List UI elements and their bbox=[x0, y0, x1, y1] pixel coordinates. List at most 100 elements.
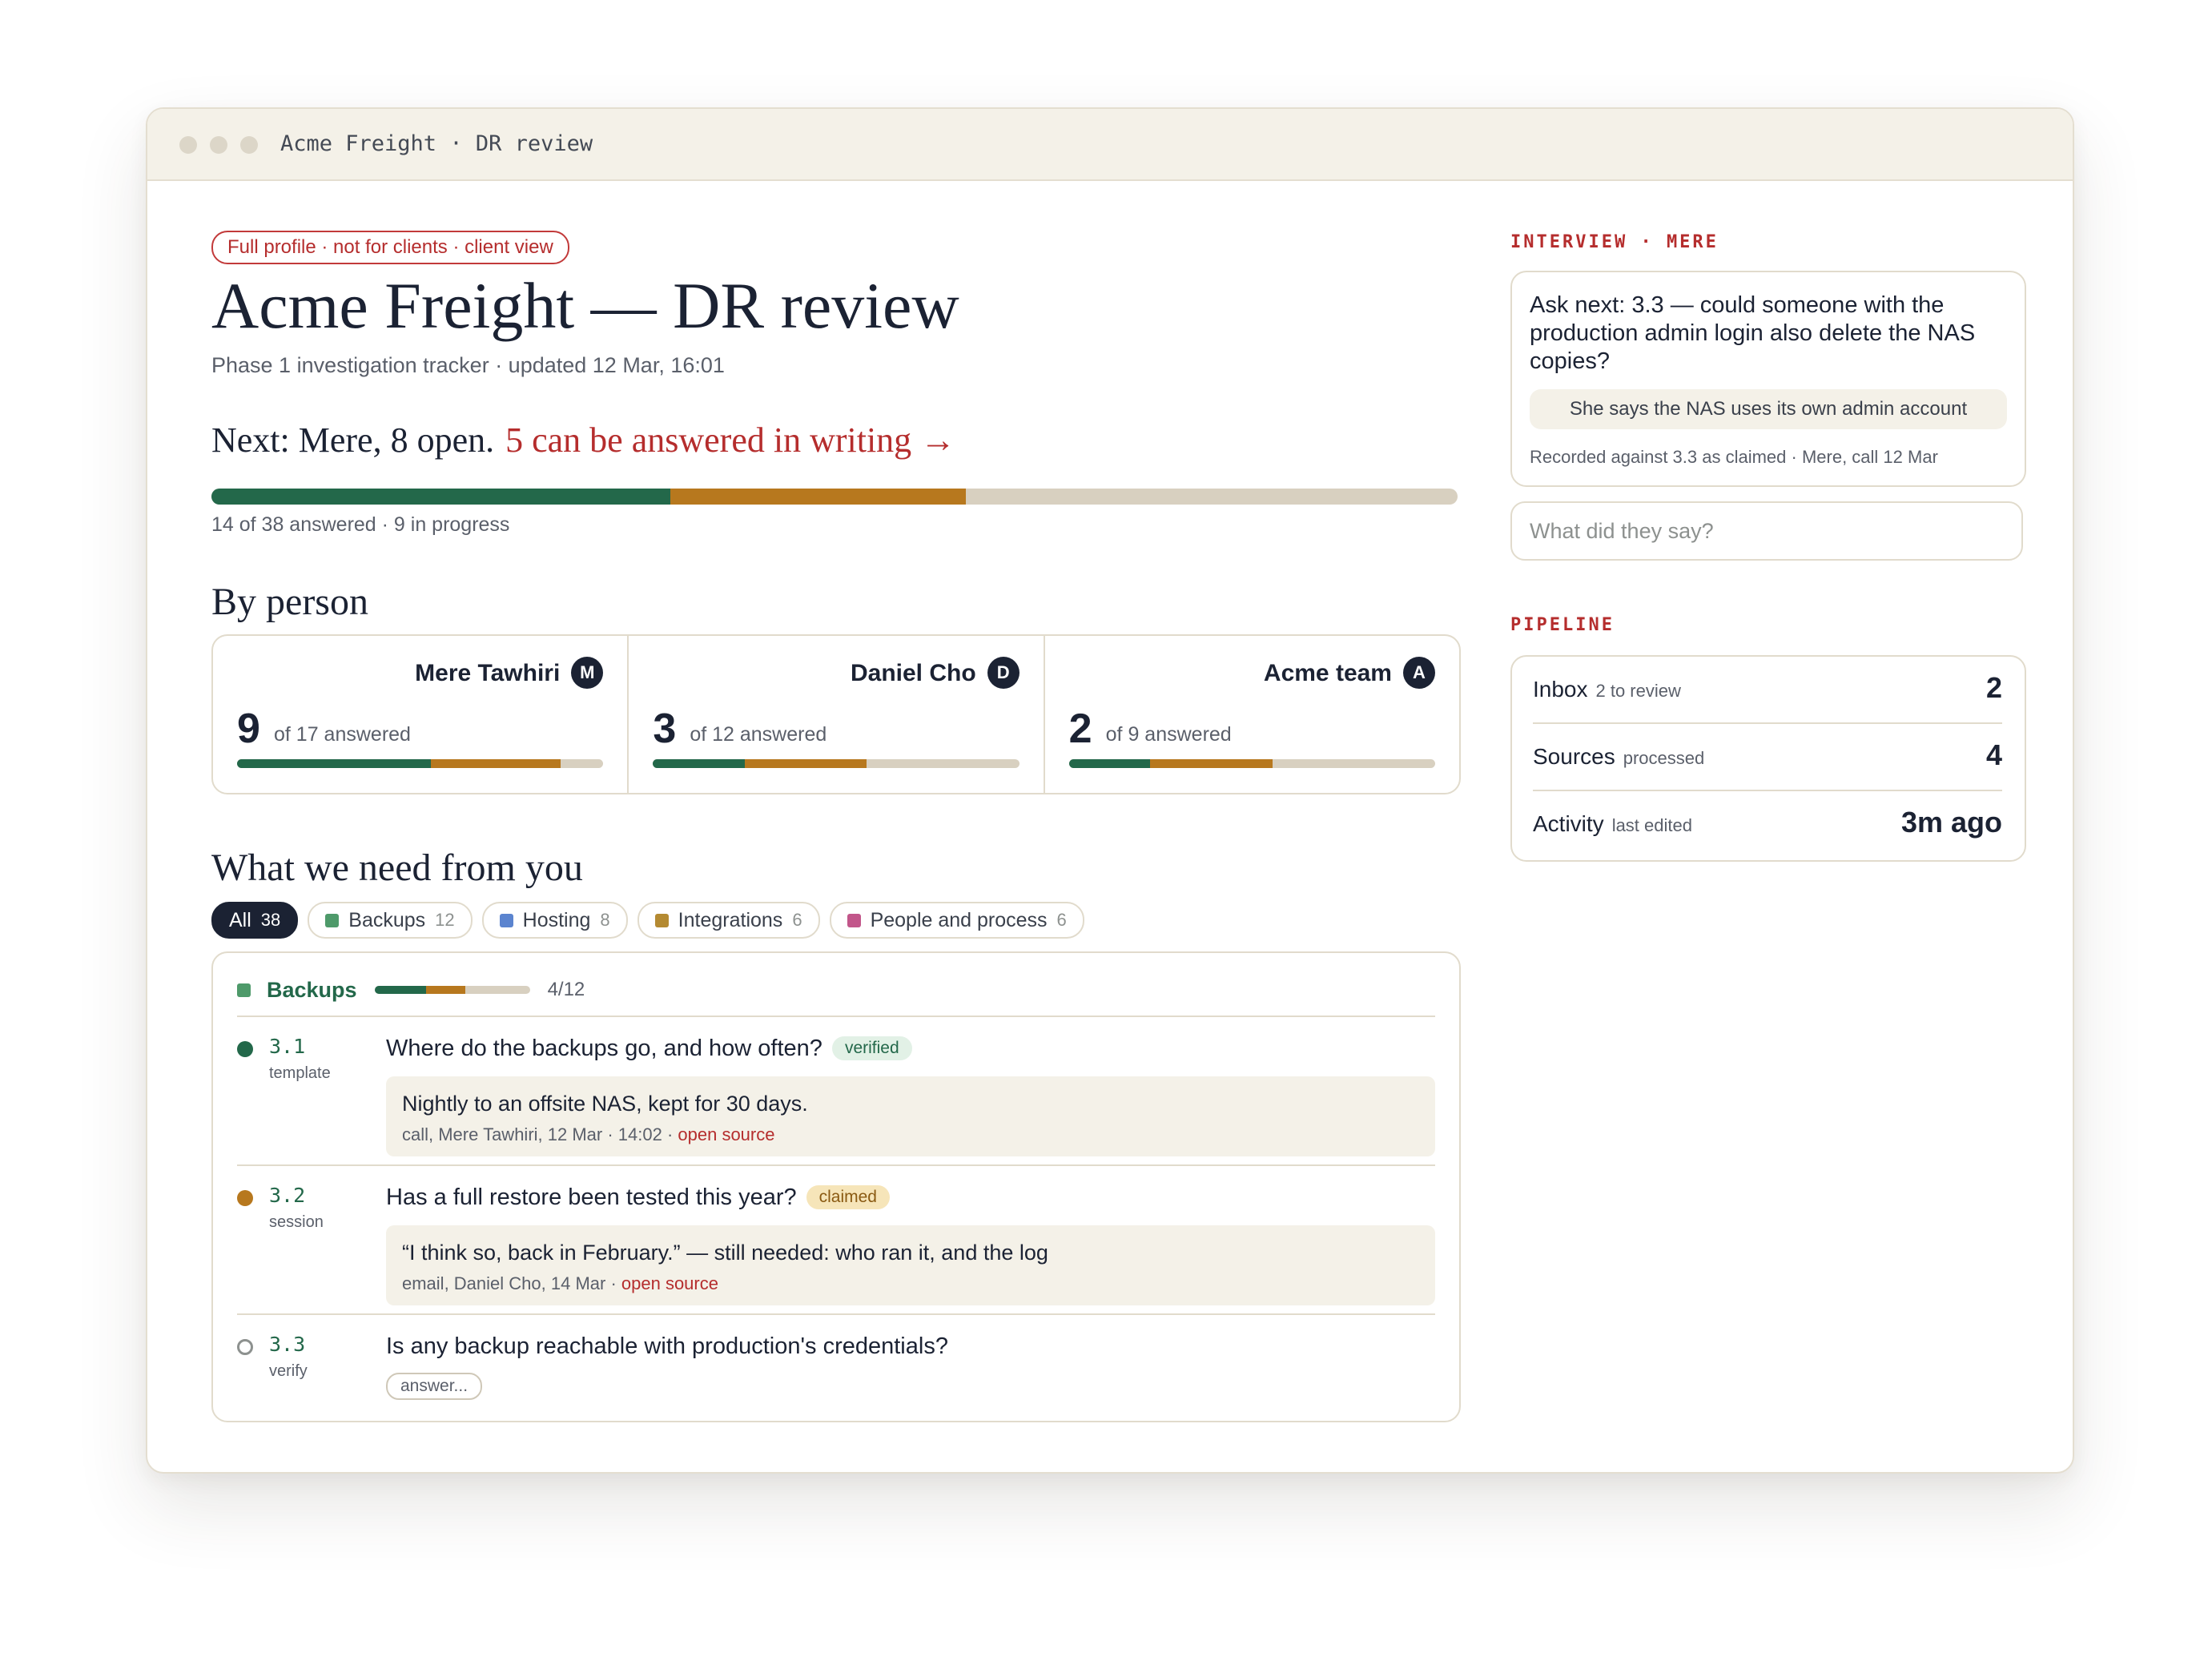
suggested-answer-chip[interactable]: She says the NAS uses its own admin acco… bbox=[1530, 389, 2007, 429]
window-close-dot[interactable] bbox=[179, 136, 197, 154]
answer-source-meta: call, Mere Tawhiri, 12 Mar · 14:02 · bbox=[402, 1124, 678, 1144]
question-list: Backups 4/12 3.1 template Where do the b… bbox=[211, 951, 1461, 1422]
divider bbox=[237, 1016, 1435, 1017]
filter-label: Backups bbox=[348, 908, 426, 931]
person-card[interactable]: Daniel Cho D 3 of 12 answered bbox=[629, 636, 1045, 793]
person-card[interactable]: Acme team A 2 of 9 answered bbox=[1045, 636, 1459, 793]
answered-segment bbox=[374, 986, 427, 994]
filter-chip-integrations[interactable]: Integrations 6 bbox=[637, 902, 820, 939]
window-minimize-dot[interactable] bbox=[210, 136, 227, 154]
question-item[interactable]: 3.1 template Where do the backups go, an… bbox=[237, 1033, 1435, 1161]
answer-source-meta: email, Daniel Cho, 14 Mar · bbox=[402, 1273, 621, 1293]
pipeline-card: Inbox 2 to review 2 Sources processed 4 Ac… bbox=[1510, 655, 2026, 862]
ask-next-question: Ask next: 3.3 — could someone with the p… bbox=[1530, 292, 1976, 374]
answer-meta: call, Mere Tawhiri, 12 Mar · 14:02 · ope… bbox=[402, 1123, 774, 1147]
answer-button[interactable]: answer... bbox=[386, 1373, 483, 1400]
window-zoom-dot[interactable] bbox=[240, 136, 258, 154]
pipeline-row-label: Sources processed bbox=[1533, 742, 1704, 774]
status-badge: claimed bbox=[806, 1185, 890, 1209]
category-swatch-icon bbox=[654, 913, 669, 927]
filter-count: 6 bbox=[792, 910, 802, 930]
by-person-heading: By person bbox=[211, 581, 368, 623]
pipeline-row-sub: processed bbox=[1623, 748, 1705, 768]
in-progress-segment bbox=[431, 759, 561, 768]
filter-chip-backups[interactable]: Backups 12 bbox=[308, 902, 473, 939]
in-progress-segment bbox=[670, 489, 966, 505]
pipeline-row-activity[interactable]: Activity last edited 3m ago bbox=[1533, 791, 2002, 857]
pipeline-row-value: 2 bbox=[1985, 671, 2002, 704]
filter-label: People and process bbox=[870, 908, 1048, 931]
filter-chip-all[interactable]: All 38 bbox=[211, 902, 299, 939]
answer-box: Nightly to an offsite NAS, kept for 30 d… bbox=[386, 1076, 1435, 1156]
question-id: 3.3 bbox=[269, 1333, 306, 1356]
pipeline-label: PIPELINE bbox=[1510, 615, 1615, 635]
answered-count: 2 bbox=[1068, 706, 1092, 752]
filter-count: 8 bbox=[600, 910, 610, 930]
pipeline-row-title: Activity bbox=[1533, 811, 1604, 836]
recorded-note: Recorded against 3.3 as claimed · Mere, … bbox=[1530, 447, 1938, 467]
filter-chip-people-and-process[interactable]: People and process 6 bbox=[829, 902, 1084, 939]
filter-label: Integrations bbox=[678, 908, 783, 931]
person-progress-bar bbox=[653, 759, 1020, 768]
question-item[interactable]: 3.3 verify Is any backup reachable with … bbox=[237, 1331, 1435, 1403]
in-progress-segment bbox=[1150, 759, 1273, 768]
progress-summary: 14 of 38 answered · 9 in progress bbox=[211, 513, 510, 536]
pipeline-row-label: Inbox 2 to review bbox=[1533, 674, 1681, 706]
question-item[interactable]: 3.2 session Has a full restore been test… bbox=[237, 1182, 1435, 1310]
person-card[interactable]: Mere Tawhiri M 9 of 17 answered bbox=[213, 636, 629, 793]
group-label: Backups bbox=[267, 977, 357, 1002]
pipeline-row-value: 4 bbox=[1985, 738, 2002, 771]
avatar: M bbox=[571, 657, 604, 689]
filter-label: All bbox=[229, 908, 251, 931]
open-status-icon bbox=[237, 1339, 253, 1355]
avatar: A bbox=[1402, 657, 1435, 689]
page-subtitle: Phase 1 investigation tracker · updated … bbox=[211, 353, 725, 377]
pipeline-row-title: Inbox bbox=[1533, 677, 1588, 702]
open-source-link[interactable]: open source bbox=[678, 1124, 774, 1144]
person-progress-bar bbox=[237, 759, 604, 768]
pipeline-row-sources[interactable]: Sources processed 4 bbox=[1533, 724, 2002, 790]
person-name: Daniel Cho bbox=[850, 660, 976, 686]
question-label: Where do the backups go, and how often? bbox=[386, 1036, 822, 1061]
answered-count: 9 bbox=[237, 706, 260, 752]
open-source-link[interactable]: open source bbox=[621, 1273, 718, 1293]
group-progress-label: 4/12 bbox=[547, 979, 585, 1000]
interview-label: INTERVIEW · MERE bbox=[1510, 232, 1719, 252]
divider bbox=[237, 1313, 1435, 1315]
filter-count: 12 bbox=[435, 910, 455, 930]
question-text: Is any backup reachable with production'… bbox=[386, 1333, 948, 1359]
title-bar: Acme Freight · DR review bbox=[147, 109, 2073, 181]
next-step-text: Next: Mere, 8 open. bbox=[211, 420, 495, 460]
question-label: Has a full restore been tested this year… bbox=[386, 1184, 797, 1210]
filter-chip-hosting[interactable]: Hosting 8 bbox=[481, 902, 628, 939]
status-badge: verified bbox=[831, 1036, 912, 1060]
answered-segment bbox=[1068, 759, 1151, 768]
pipeline-row-title: Sources bbox=[1533, 744, 1615, 769]
group-header-backups[interactable]: Backups 4/12 bbox=[237, 974, 585, 1006]
question-stage: session bbox=[269, 1213, 324, 1231]
group-progress-bar bbox=[374, 986, 530, 994]
question-text: Has a full restore been tested this year… bbox=[386, 1182, 890, 1213]
category-swatch-icon bbox=[499, 913, 513, 927]
interview-card: Ask next: 3.3 — could someone with the p… bbox=[1510, 271, 2026, 487]
answered-count: 3 bbox=[653, 706, 677, 752]
answered-segment bbox=[653, 759, 745, 768]
next-step: Next: Mere, 8 open. 5 can be answered in … bbox=[211, 417, 955, 464]
app-window: Acme Freight · DR review Full profile · … bbox=[146, 107, 2074, 1474]
interview-response-input[interactable] bbox=[1510, 501, 2023, 561]
in-progress-segment bbox=[744, 759, 867, 768]
question-id: 3.2 bbox=[269, 1184, 306, 1207]
person-name: Mere Tawhiri bbox=[415, 660, 561, 686]
answer-in-writing-link[interactable]: 5 can be answered in writing → bbox=[505, 420, 955, 460]
answered-segment bbox=[211, 489, 671, 505]
pipeline-row-inbox[interactable]: Inbox 2 to review 2 bbox=[1533, 657, 2002, 722]
pipeline-row-label: Activity last edited bbox=[1533, 809, 1692, 841]
page-title: Acme Freight — DR review bbox=[211, 269, 959, 342]
category-swatch-icon bbox=[237, 983, 251, 997]
pipeline-row-value: 3m ago bbox=[1900, 806, 2002, 839]
divider bbox=[237, 1164, 1435, 1166]
answered-total: of 17 answered bbox=[274, 723, 411, 746]
filter-label: Hosting bbox=[522, 908, 591, 931]
person-progress-bar bbox=[1068, 759, 1435, 768]
window-title: Acme Freight · DR review bbox=[280, 131, 593, 156]
